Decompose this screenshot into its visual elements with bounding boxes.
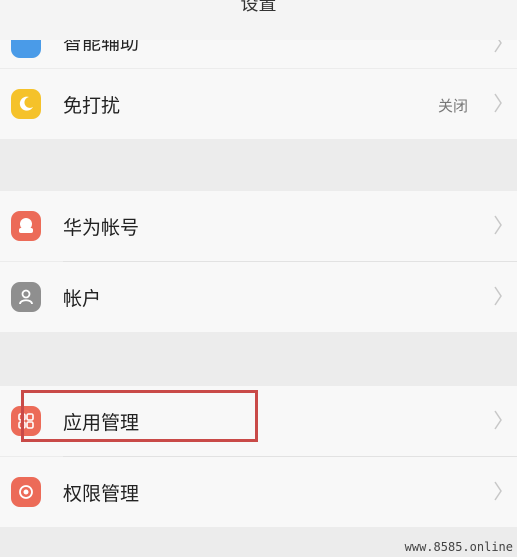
settings-row-permissions[interactable]: 权限管理 [0,457,517,527]
chevron-right-icon [494,481,502,501]
person-icon [11,282,41,312]
section-gap [0,139,517,191]
highlight-box [21,390,258,442]
chevron-right-icon [494,40,502,53]
assist-icon [11,40,41,58]
settings-row-accounts[interactable]: 帐户 [0,262,517,332]
chevron-right-icon [494,93,502,113]
settings-row-huawei-account[interactable]: 华为帐号 [0,191,517,261]
settings-row-label: 免打扰 [63,95,121,117]
watermark: www.8585.online [404,540,513,554]
chevron-right-icon [494,215,502,235]
section-gap [0,332,517,386]
chevron-right-icon [494,410,502,430]
moon-icon [11,89,41,119]
huawei-account-icon [11,211,41,241]
chevron-right-icon [494,286,502,306]
dnd-status-value: 关闭 [437,97,468,115]
settings-row-label: 智能辅助 [63,40,140,54]
permission-icon [11,477,41,507]
settings-row-label: 华为帐号 [63,217,140,239]
settings-row-partial[interactable]: 智能辅助 [0,40,517,68]
top-bar: 设置 [0,0,517,41]
page-title: 设置 [240,0,277,15]
settings-row-label: 帐户 [63,288,102,310]
settings-row-label: 权限管理 [63,483,140,505]
settings-row-dnd[interactable]: 免打扰 关闭 [0,69,517,139]
